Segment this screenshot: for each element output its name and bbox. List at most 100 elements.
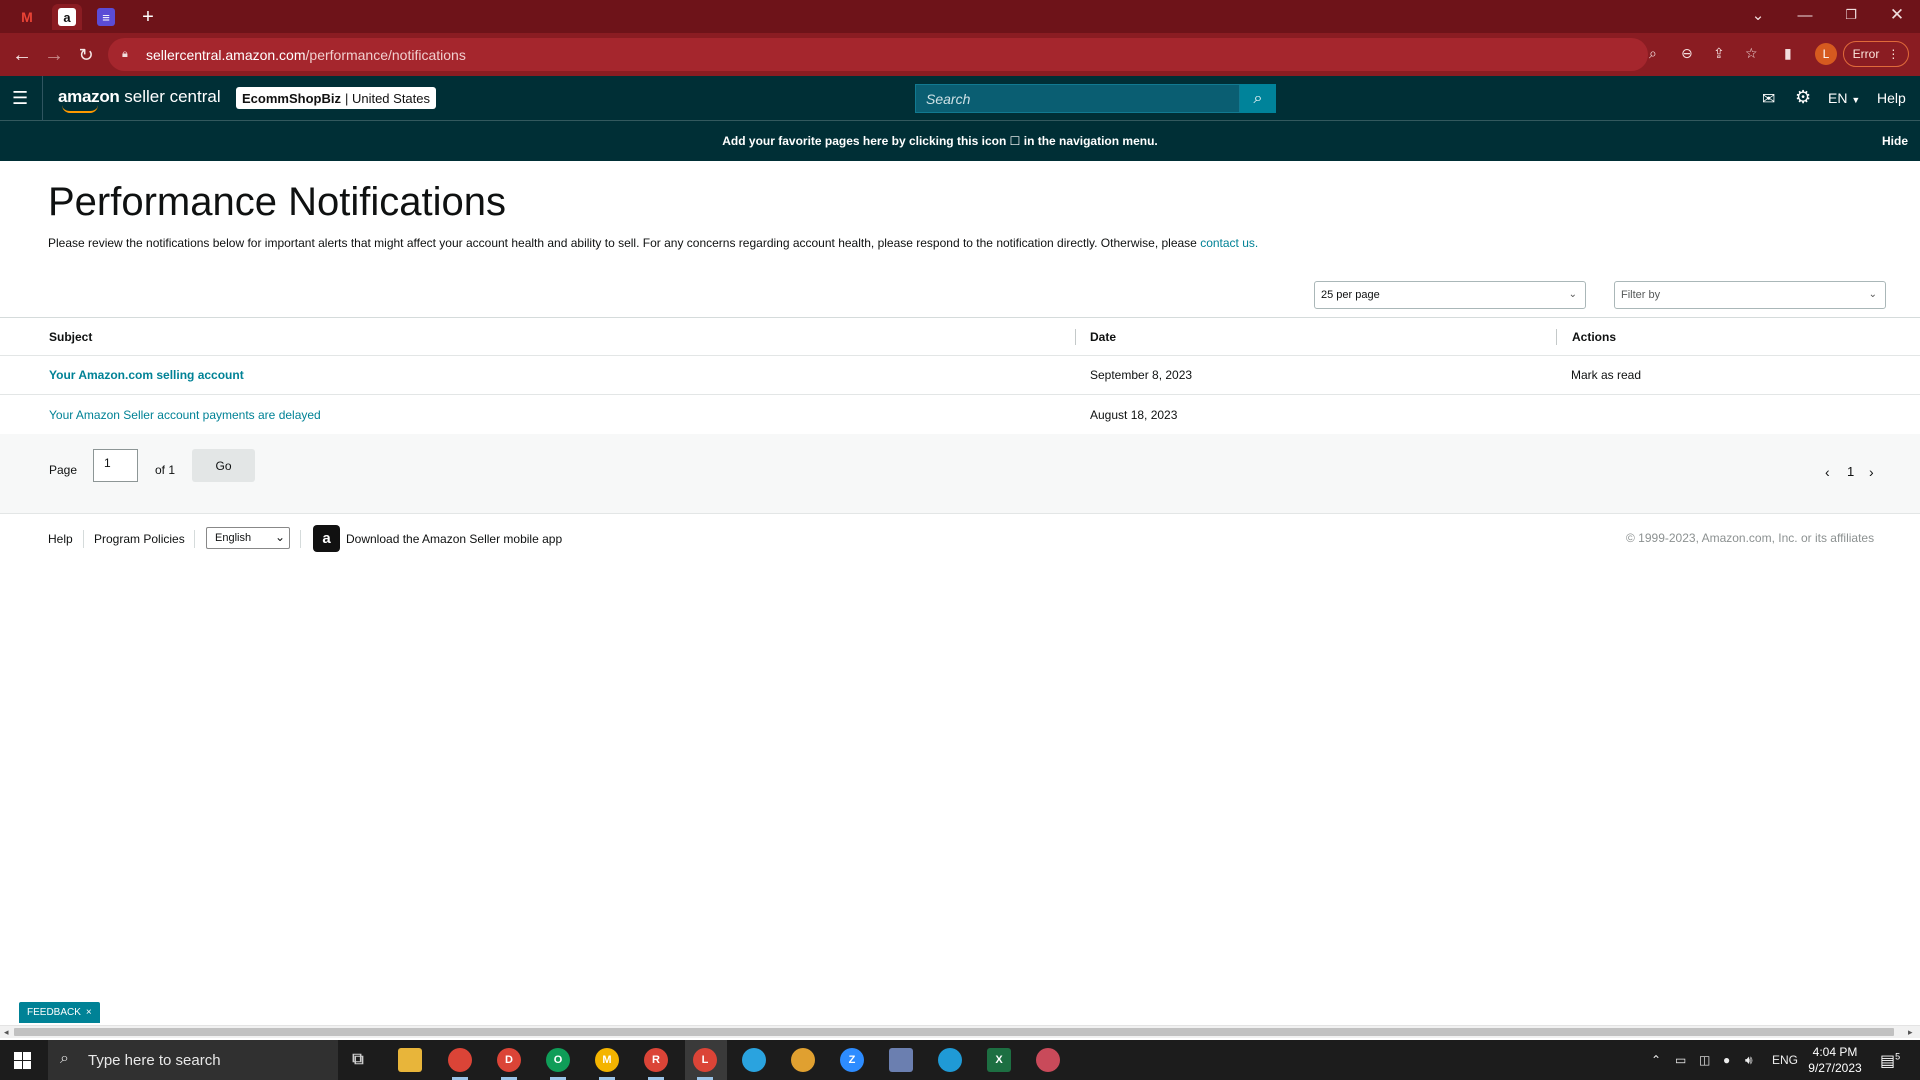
tab-search-icon[interactable]: ⌄ xyxy=(1735,0,1781,30)
url-host: sellercentral.amazon.com xyxy=(146,46,306,63)
chevron-down-icon: ⌄ xyxy=(274,530,285,544)
chrome-profile-r-icon[interactable]: R xyxy=(644,1048,668,1072)
search-page-icon[interactable]: ⌕ xyxy=(1649,45,1657,62)
column-date[interactable]: Date xyxy=(1090,318,1116,355)
notification-count: 5 xyxy=(1895,1051,1901,1062)
tray-chevron-icon[interactable]: ⌃ xyxy=(1651,1053,1661,1067)
store-name: EcommShopBiz xyxy=(242,90,341,106)
current-page-number[interactable]: 1 xyxy=(1847,464,1854,479)
amazon-app-icon[interactable]: a xyxy=(313,525,340,552)
profile-avatar[interactable]: L xyxy=(1815,43,1837,65)
side-panel-icon[interactable]: ▮ xyxy=(1784,45,1792,62)
scroll-right-icon[interactable]: ▸ xyxy=(1908,1027,1913,1038)
browser-tab-strip: M a ≡ + ⌄ — ❐ ✕ xyxy=(0,0,1920,33)
chevron-down-icon: ⌄ xyxy=(1568,289,1577,300)
chrome-profile-l-icon[interactable]: L xyxy=(693,1048,717,1072)
gear-icon[interactable]: ⚙ xyxy=(1795,87,1811,108)
back-icon[interactable]: ← xyxy=(8,41,36,69)
tab-gmail[interactable]: M xyxy=(12,4,42,30)
language-switcher[interactable]: EN ▼ xyxy=(1828,90,1860,106)
mail-icon[interactable]: ✉ xyxy=(1762,89,1775,109)
per-page-value: 25 per page xyxy=(1321,289,1380,301)
notification-subject-link[interactable]: Your Amazon Seller account payments are … xyxy=(49,395,321,434)
app-character-icon[interactable] xyxy=(791,1048,815,1072)
feedback-label: FEEDBACK xyxy=(27,1007,81,1018)
notifications-icon[interactable]: ▤5 xyxy=(1880,1051,1900,1071)
taskbar-search-placeholder: Type here to search xyxy=(88,1051,221,1069)
share-icon[interactable]: ⇪ xyxy=(1713,45,1725,62)
seller-central-logo[interactable]: amazon seller central xyxy=(58,87,221,113)
prev-page-icon[interactable]: ‹ xyxy=(1825,464,1830,480)
forward-icon[interactable]: → xyxy=(40,41,68,69)
tab-docs-list[interactable]: ≡ xyxy=(91,4,121,30)
notification-subject-link[interactable]: Your Amazon.com selling account xyxy=(49,356,244,394)
footer-divider xyxy=(194,530,195,548)
file-explorer-icon[interactable] xyxy=(398,1048,422,1072)
favorites-banner: Add your favorite pages here by clicking… xyxy=(0,121,1920,161)
hamburger-menu-icon[interactable]: ☰ xyxy=(12,88,30,108)
page-footer: Help Program Policies English ⌄ a Downlo… xyxy=(0,514,1920,564)
page-title: Performance Notifications xyxy=(48,180,506,224)
amazon-smile-icon xyxy=(62,105,98,113)
close-window-icon[interactable]: ✕ xyxy=(1874,0,1920,30)
edge-icon[interactable] xyxy=(938,1048,962,1072)
snipping-tool-icon[interactable] xyxy=(1036,1048,1060,1072)
search-icon: ⌕ xyxy=(60,1050,69,1067)
header-divider xyxy=(42,76,43,121)
contact-us-link[interactable]: contact us. xyxy=(1200,236,1258,250)
minimize-icon[interactable]: — xyxy=(1782,0,1828,30)
footer-language-select[interactable]: English ⌄ xyxy=(206,527,290,549)
calculator-icon[interactable] xyxy=(889,1048,913,1072)
chrome-icon[interactable] xyxy=(448,1048,472,1072)
chrome-profile-o-icon[interactable]: O xyxy=(546,1048,570,1072)
network-icon[interactable]: ▭ xyxy=(1675,1053,1686,1067)
mark-as-read-link[interactable]: Mark as read xyxy=(1571,356,1641,394)
per-page-select[interactable]: 25 per page ⌄ xyxy=(1314,281,1586,309)
zoom-icon[interactable]: Z xyxy=(840,1048,864,1072)
hide-banner-link[interactable]: Hide xyxy=(1882,134,1908,148)
bookmark-star-icon[interactable]: ☆ xyxy=(1745,45,1758,62)
scrollbar-thumb[interactable] xyxy=(14,1028,1894,1036)
search-icon[interactable]: ⌕ xyxy=(1240,84,1276,113)
download-app-link[interactable]: Download the Amazon Seller mobile app xyxy=(346,532,562,546)
zoom-icon[interactable]: ⊖ xyxy=(1681,45,1693,62)
feedback-button[interactable]: FEEDBACK × xyxy=(19,1002,100,1023)
taskbar-clock[interactable]: 4:04 PM 9/27/2023 xyxy=(1805,1044,1865,1076)
caret-down-icon: ▼ xyxy=(1851,95,1861,105)
excel-icon[interactable]: X xyxy=(987,1048,1011,1072)
scroll-left-icon[interactable]: ◂ xyxy=(4,1027,9,1038)
program-policies-link[interactable]: Program Policies xyxy=(94,532,185,546)
close-icon[interactable]: × xyxy=(86,1007,92,1018)
volume-icon[interactable]: 🔊︎ xyxy=(1745,1053,1753,1068)
camera-icon[interactable]: ◫ xyxy=(1699,1053,1710,1067)
page-number-input[interactable]: 1 xyxy=(93,449,138,482)
browser-error-button[interactable]: Error ⋮ xyxy=(1843,41,1909,67)
microphone-icon[interactable]: ● xyxy=(1723,1053,1730,1067)
header-search-input[interactable]: Search xyxy=(915,84,1240,113)
reload-icon[interactable]: ↻ xyxy=(72,41,100,69)
column-subject[interactable]: Subject xyxy=(49,318,92,355)
filter-select[interactable]: Filter by ⌄ xyxy=(1614,281,1886,309)
chrome-profile-m-icon[interactable]: M xyxy=(595,1048,619,1072)
new-tab-button[interactable]: + xyxy=(133,4,163,30)
telegram-icon[interactable] xyxy=(742,1048,766,1072)
footer-help-link[interactable]: Help xyxy=(48,532,73,546)
windows-start-icon[interactable] xyxy=(14,1052,31,1069)
header-help-link[interactable]: Help xyxy=(1877,90,1906,106)
chrome-profile-d-icon[interactable]: D xyxy=(497,1048,521,1072)
go-button[interactable]: Go xyxy=(192,449,255,482)
horizontal-scrollbar[interactable]: ◂ ▸ xyxy=(0,1025,1920,1038)
footer-divider xyxy=(300,530,301,548)
restore-icon[interactable]: ❐ xyxy=(1828,0,1874,30)
next-page-icon[interactable]: › xyxy=(1869,464,1874,480)
tab-amazon[interactable]: a xyxy=(52,4,82,30)
amazon-icon: a xyxy=(58,8,76,26)
clock-date: 9/27/2023 xyxy=(1808,1061,1862,1075)
taskbar-search-input[interactable]: ⌕ Type here to search xyxy=(48,1040,338,1080)
intro-body: Please review the notifications below fo… xyxy=(48,236,1201,250)
store-switcher[interactable]: EcommShopBiz | United States xyxy=(236,87,437,109)
input-language[interactable]: ENG xyxy=(1772,1053,1798,1067)
task-view-icon[interactable]: ⧉ xyxy=(346,1048,370,1072)
notification-date: August 18, 2023 xyxy=(1090,407,1178,422)
address-bar[interactable]: 🔒︎ sellercentral.amazon.com/performance/… xyxy=(108,38,1648,71)
